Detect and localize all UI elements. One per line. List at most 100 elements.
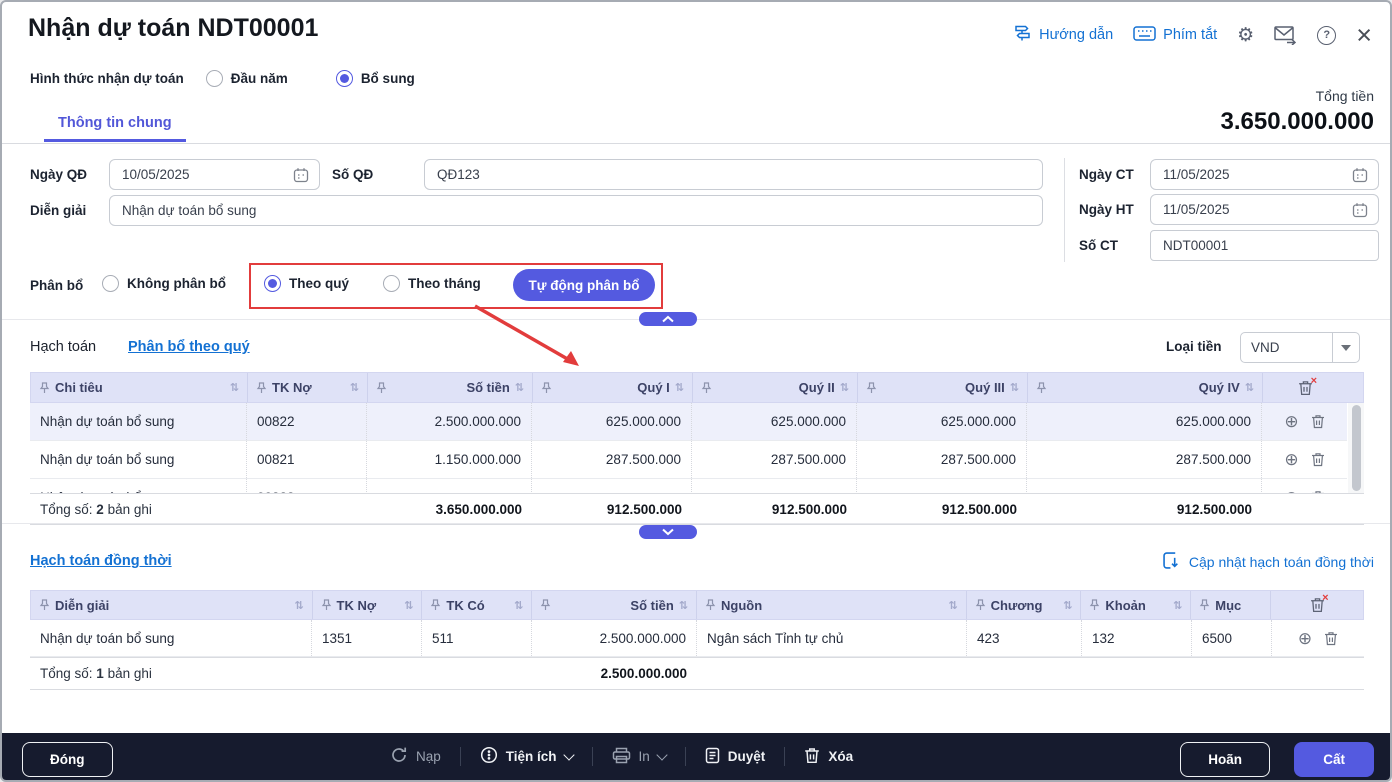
ngay-ct-input[interactable] (1161, 166, 1352, 183)
table-row[interactable]: Nhận dự toán bổ sung 00822 2.500.000.000… (30, 403, 1347, 441)
so-ct-field[interactable] (1150, 230, 1379, 261)
utilities-button[interactable]: Tiện ích (480, 746, 573, 767)
mail-send-icon[interactable] (1274, 26, 1297, 45)
radio-khong-phan-bo[interactable]: Không phân bổ (102, 275, 226, 292)
col-so-tien[interactable]: Số tiền⇅ (532, 591, 697, 619)
delete-row-icon[interactable] (1324, 631, 1338, 646)
close-icon[interactable]: × (1356, 25, 1372, 45)
radio-bo-sung[interactable]: Bổ sung (336, 70, 415, 87)
radio-theo-quy[interactable]: Theo quý (264, 275, 349, 292)
calendar-icon[interactable] (1352, 202, 1368, 218)
ngay-ht-field[interactable] (1150, 194, 1379, 225)
delete-row-icon[interactable] (1311, 452, 1325, 467)
col-tk-no[interactable]: TK Nợ⇅ (313, 591, 423, 619)
sort-icon[interactable]: ⇅ (675, 381, 684, 394)
calendar-icon[interactable] (293, 167, 309, 183)
tab-thong-tin-chung[interactable]: Thông tin chung (44, 115, 186, 142)
sort-icon[interactable]: ⇅ (1010, 381, 1019, 394)
collapse-up-button[interactable] (639, 312, 697, 326)
col-quy-1[interactable]: Quý I⇅ (533, 373, 693, 402)
pin-icon[interactable] (541, 382, 552, 394)
delete-row-icon[interactable] (1311, 490, 1325, 493)
pin-icon[interactable] (1036, 382, 1047, 394)
sort-icon[interactable]: ⇅ (1245, 381, 1254, 394)
pin-icon[interactable] (430, 599, 441, 611)
pin-icon[interactable] (705, 599, 716, 611)
pin-icon[interactable] (39, 599, 50, 611)
delete-row-icon[interactable] (1311, 414, 1325, 429)
radio-dau-nam[interactable]: Đầu năm (206, 70, 288, 87)
col-khoan[interactable]: Khoản⇅ (1081, 591, 1191, 619)
pin-icon[interactable] (1089, 599, 1100, 611)
add-row-icon[interactable]: ⊕ (1284, 489, 1298, 493)
table-row[interactable]: Nhận dự toán bổ sung 1351 511 2.500.000.… (30, 620, 1364, 657)
delete-button[interactable]: Xóa (804, 747, 853, 767)
so-ct-input[interactable] (1161, 237, 1368, 254)
col-tk-co[interactable]: TK Có⇅ (422, 591, 532, 619)
col-quy-2[interactable]: Quý II⇅ (693, 373, 858, 402)
col-chuong[interactable]: Chương⇅ (967, 591, 1082, 619)
sort-icon[interactable]: ⇅ (679, 599, 688, 612)
approve-button[interactable]: Duyệt (705, 747, 766, 767)
sort-icon[interactable]: ⇅ (1173, 599, 1182, 612)
so-qd-field[interactable] (424, 159, 1043, 190)
close-button[interactable]: Đóng (22, 742, 113, 777)
currency-select[interactable]: VND (1240, 332, 1360, 363)
sort-icon[interactable]: ⇅ (948, 599, 957, 612)
sort-icon[interactable]: ⇅ (230, 381, 239, 394)
ngay-qd-field[interactable] (109, 159, 320, 190)
phan-bo-theo-quy-link[interactable]: Phân bổ theo quý (128, 339, 250, 355)
pin-icon[interactable] (376, 382, 387, 394)
col-chi-tieu[interactable]: Chi tiêu⇅ (31, 373, 248, 402)
sort-icon[interactable]: ⇅ (840, 381, 849, 394)
help-icon[interactable]: ? (1317, 26, 1336, 45)
shortcut-link[interactable]: Phím tắt (1133, 26, 1217, 45)
col-quy-4[interactable]: Quý IV⇅ (1028, 373, 1263, 402)
pin-icon[interactable] (866, 382, 877, 394)
col-nguon[interactable]: Nguồn⇅ (697, 591, 967, 619)
dien-giai-field[interactable] (109, 195, 1043, 226)
add-row-icon[interactable]: ⊕ (1298, 630, 1312, 647)
radio-theo-thang[interactable]: Theo tháng (383, 275, 481, 292)
ngay-ht-input[interactable] (1161, 201, 1352, 218)
col-muc[interactable]: Mục (1191, 591, 1271, 619)
add-row-icon[interactable]: ⊕ (1284, 413, 1298, 430)
collapse-down-button[interactable] (639, 525, 697, 539)
ngay-ct-field[interactable] (1150, 159, 1379, 190)
delete-all-icon[interactable]: × (1298, 380, 1313, 396)
calendar-icon[interactable] (1352, 167, 1368, 183)
table-row[interactable]: Nhận dự toán bổ sung 00821 1.150.000.000… (30, 441, 1347, 479)
ngay-qd-input[interactable] (120, 166, 293, 183)
pin-icon[interactable] (256, 382, 267, 394)
col-quy-3[interactable]: Quý III⇅ (858, 373, 1028, 402)
pin-icon[interactable] (1199, 599, 1210, 611)
save-button[interactable]: Cất (1294, 742, 1374, 777)
sort-icon[interactable]: ⇅ (294, 599, 303, 612)
delete-all-icon[interactable]: × (1310, 597, 1325, 613)
hach-toan-dong-thoi-link[interactable]: Hạch toán đồng thời (30, 553, 172, 569)
col-tk-no[interactable]: TK Nợ⇅ (248, 373, 368, 402)
table-row-clipped[interactable]: Nhận dự toán bổ sung 00823 ⊕ (30, 479, 1347, 493)
reload-button[interactable]: Nạp (390, 746, 441, 767)
sort-icon[interactable]: ⇅ (515, 381, 524, 394)
pin-icon[interactable] (975, 599, 986, 611)
scrollbar-thumb[interactable] (1352, 405, 1361, 491)
col-so-tien[interactable]: Số tiền⇅ (368, 373, 533, 402)
pin-icon[interactable] (321, 599, 332, 611)
auto-allocate-button[interactable]: Tự động phân bổ (513, 269, 655, 301)
sort-icon[interactable]: ⇅ (350, 381, 359, 394)
sort-icon[interactable]: ⇅ (514, 599, 523, 612)
gear-icon[interactable]: ⚙ (1237, 26, 1254, 45)
add-row-icon[interactable]: ⊕ (1284, 451, 1298, 468)
postpone-button[interactable]: Hoãn (1180, 742, 1270, 777)
print-button[interactable]: In (612, 747, 666, 767)
update-simultaneous-link[interactable]: Cập nhật hạch toán đồng thời (1163, 552, 1374, 572)
sort-icon[interactable]: ⇅ (1063, 599, 1072, 612)
sort-icon[interactable]: ⇅ (404, 599, 413, 612)
pin-icon[interactable] (540, 599, 551, 611)
dien-giai-input[interactable] (120, 202, 1032, 219)
pin-icon[interactable] (701, 382, 712, 394)
guide-link[interactable]: Hướng dẫn (1013, 24, 1113, 46)
pin-icon[interactable] (39, 382, 50, 394)
so-qd-input[interactable] (435, 166, 1032, 183)
